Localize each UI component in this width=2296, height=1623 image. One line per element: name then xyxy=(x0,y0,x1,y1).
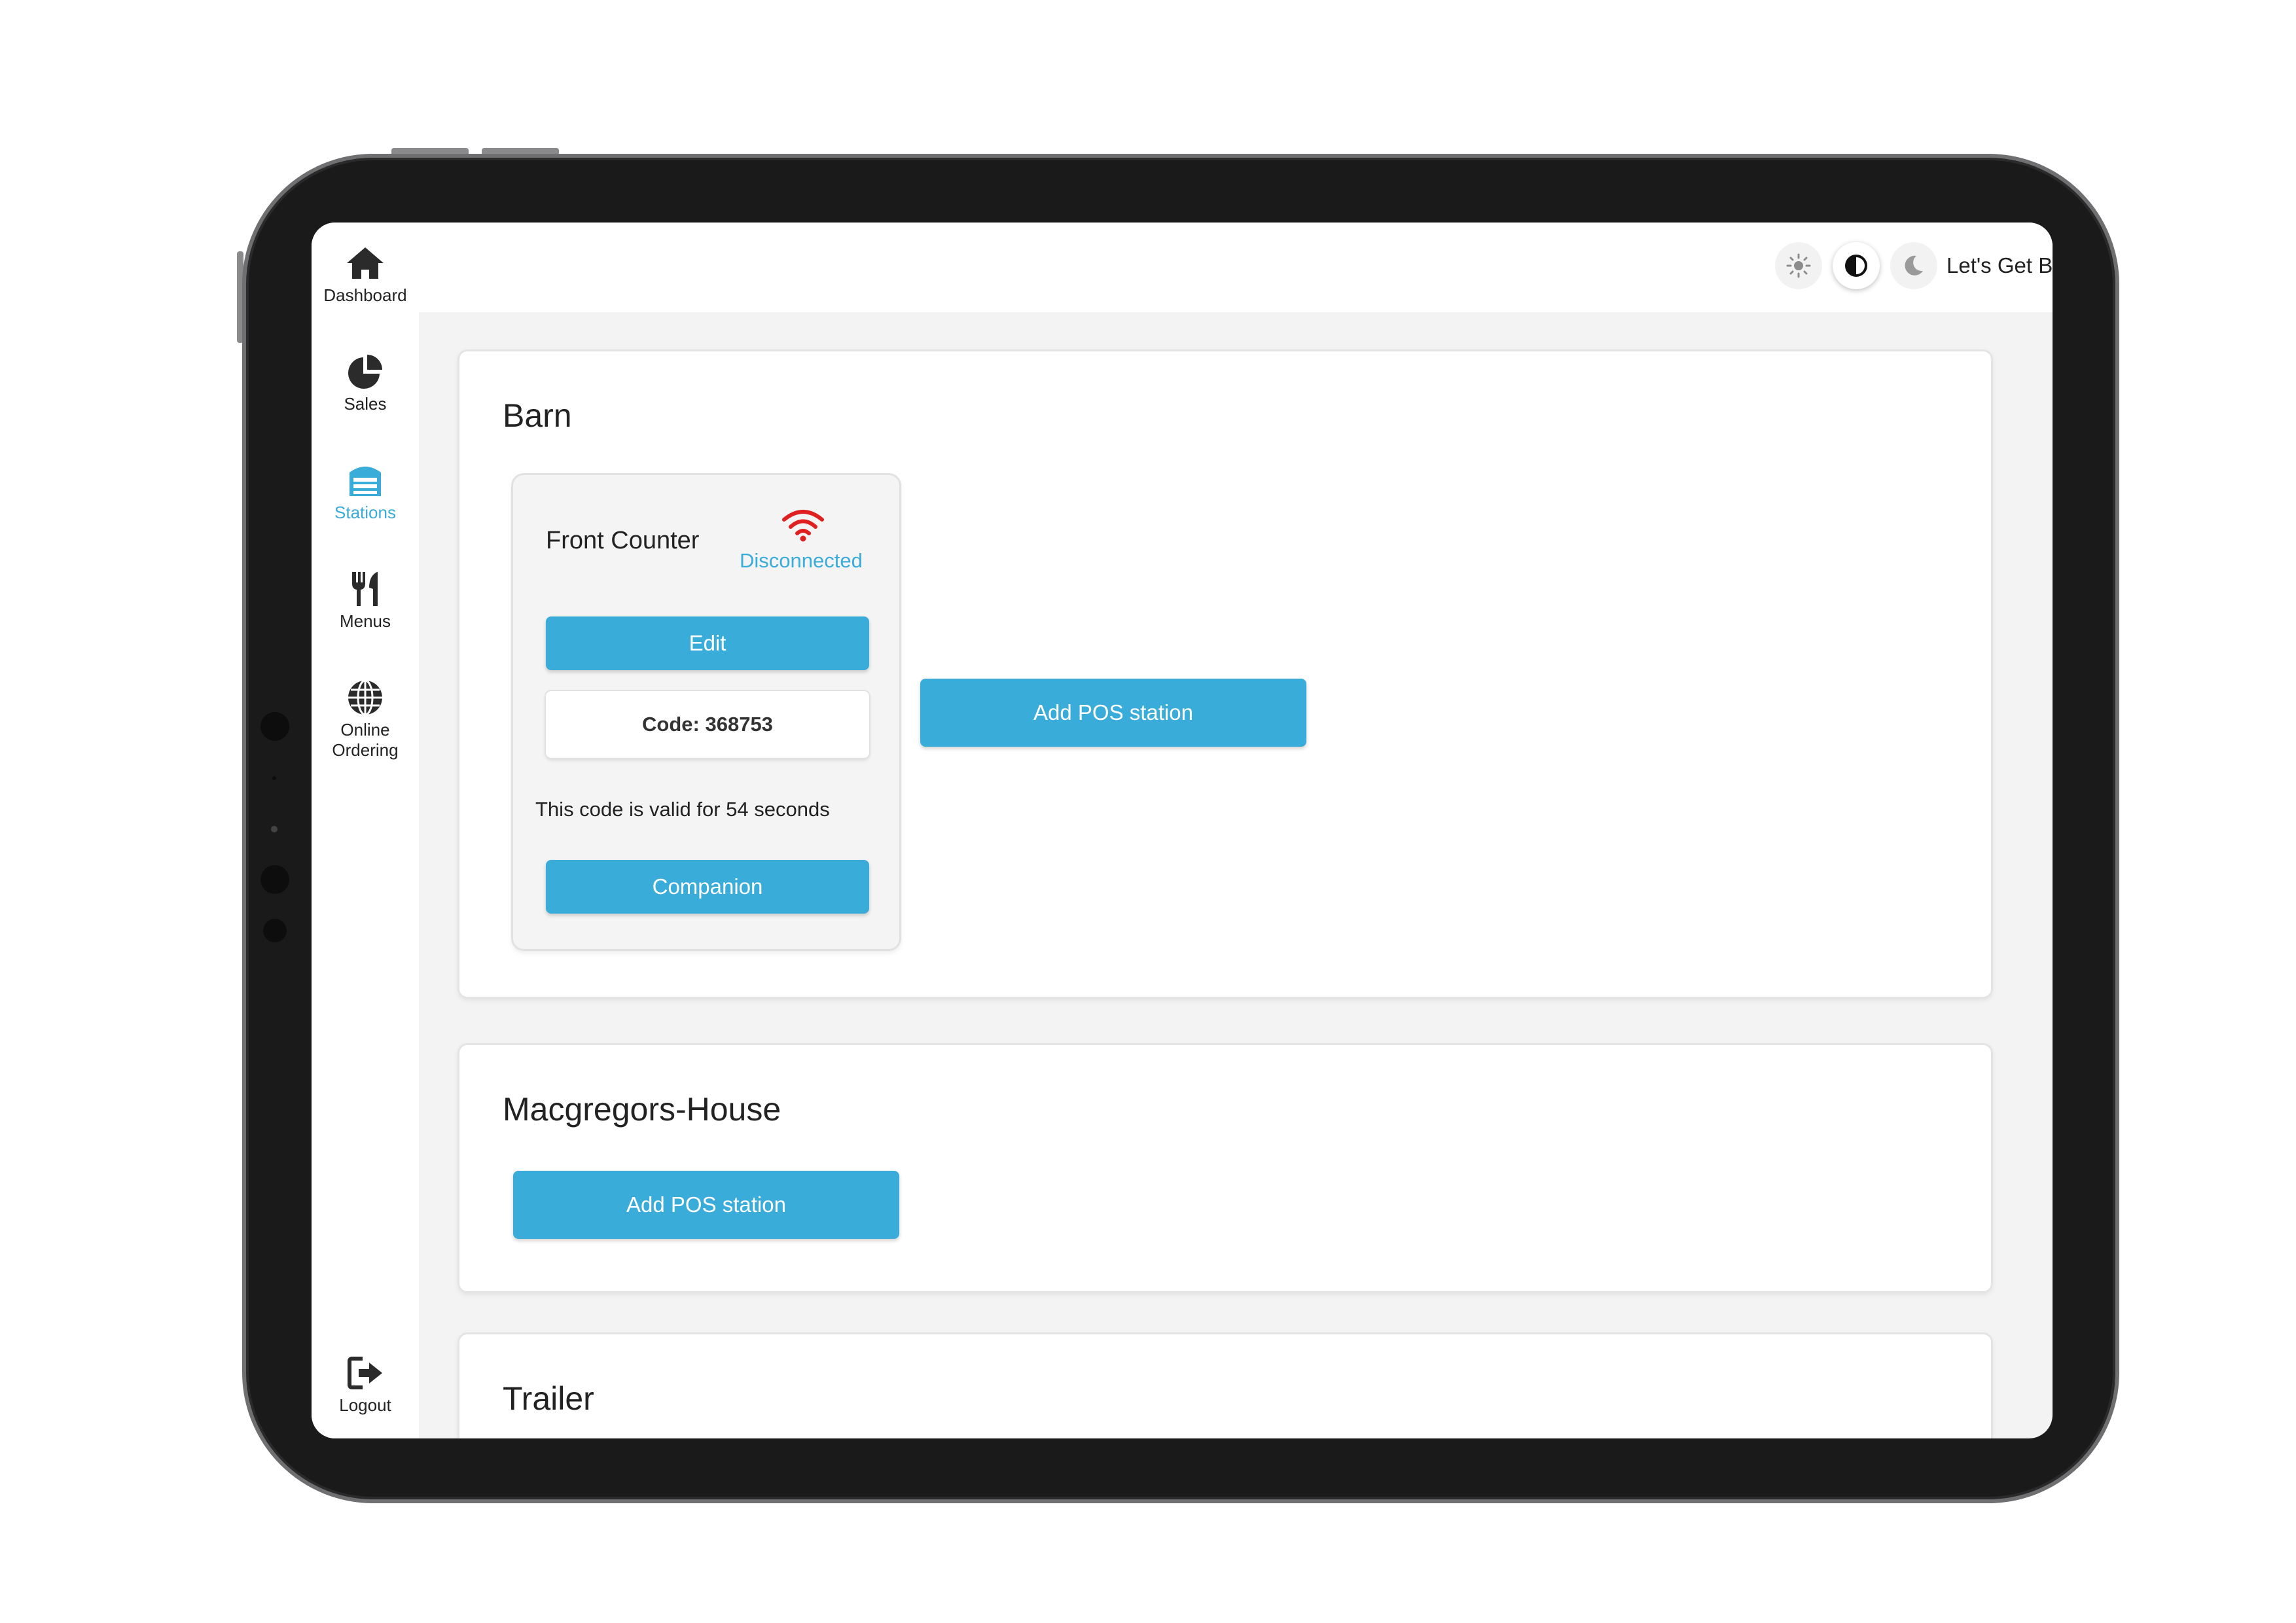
location-card-barn: Barn Front Counter Disconnected Edit Cod… xyxy=(459,351,1991,997)
cash-register-icon xyxy=(350,467,381,496)
sidebar-item-label: Menus xyxy=(339,611,391,631)
camera-lens xyxy=(271,826,278,832)
add-pos-station-button[interactable]: Add POS station xyxy=(920,679,1306,747)
moon-icon xyxy=(1905,255,1923,276)
location-title: Macgregors-House xyxy=(503,1091,781,1128)
globe-icon xyxy=(348,679,382,716)
sidebar-item-label: Online Ordering xyxy=(332,720,399,760)
sidebar-item-label: Logout xyxy=(339,1395,391,1415)
code-validity-text: This code is valid for 54 seconds xyxy=(535,798,830,821)
location-card-trailer: Trailer xyxy=(459,1334,1991,1438)
top-bar: Let's Get Baked xyxy=(419,223,2053,312)
location-card-macgregors-house: Macgregors-House Add POS station xyxy=(459,1045,1991,1291)
pie-chart-icon xyxy=(348,355,382,389)
add-pos-station-button[interactable]: Add POS station xyxy=(513,1171,899,1239)
sidebar-item-sales[interactable]: Sales xyxy=(312,351,419,414)
camera-sensor xyxy=(260,865,289,894)
app-screen: Dashboard Sales Stations Menus Online Or… xyxy=(312,223,2053,1438)
theme-dark-button[interactable] xyxy=(1890,242,1937,289)
sign-out-icon xyxy=(348,1357,382,1389)
utensils-icon xyxy=(352,572,378,606)
camera-dot xyxy=(272,776,276,780)
location-title: Barn xyxy=(503,397,572,434)
sidebar-item-logout[interactable]: Logout xyxy=(312,1352,419,1416)
sidebar-item-label: Sales xyxy=(344,394,387,414)
pairing-code: Code: 368753 xyxy=(546,691,869,758)
station-card-front-counter: Front Counter Disconnected Edit Code: 36… xyxy=(513,475,899,949)
companion-button[interactable]: Companion xyxy=(546,860,869,914)
sidebar-item-online-ordering[interactable]: Online Ordering xyxy=(312,677,419,760)
sidebar: Dashboard Sales Stations Menus Online Or… xyxy=(312,223,419,1438)
theme-light-button[interactable] xyxy=(1775,242,1822,289)
sidebar-item-stations[interactable]: Stations xyxy=(312,459,419,523)
sidebar-item-menus[interactable]: Menus xyxy=(312,568,419,632)
wifi-icon xyxy=(782,510,824,542)
contrast-icon xyxy=(1845,255,1867,277)
home-icon xyxy=(347,247,384,279)
station-name: Front Counter xyxy=(546,527,700,554)
connection-status: Disconnected xyxy=(740,549,863,572)
stations-content: Barn Front Counter Disconnected Edit Cod… xyxy=(419,312,2053,1438)
location-title: Trailer xyxy=(503,1380,594,1417)
sidebar-item-dashboard[interactable]: Dashboard xyxy=(312,242,419,306)
sidebar-item-label: Stations xyxy=(334,503,396,522)
camera-sensor xyxy=(260,712,289,741)
camera-sensor xyxy=(263,919,287,942)
business-name: Let's Get Baked xyxy=(1946,253,2053,277)
sun-icon xyxy=(1786,253,1811,278)
theme-auto-button[interactable] xyxy=(1833,242,1880,289)
edit-button[interactable]: Edit xyxy=(546,616,869,670)
sidebar-item-label: Dashboard xyxy=(323,285,407,305)
